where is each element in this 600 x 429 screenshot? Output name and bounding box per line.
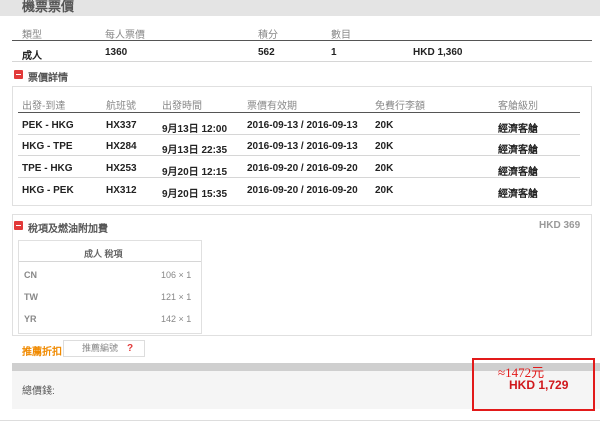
route: TPE - HKG: [22, 163, 73, 174]
validity: 2016-09-20 / 2016-09-20: [247, 163, 358, 174]
divider: [19, 261, 201, 262]
row-total: HKD 1,360: [413, 47, 463, 58]
collapse-icon[interactable]: [14, 70, 23, 79]
tax-code: CN: [24, 270, 37, 280]
col-header-cabin: 客艙級別: [498, 101, 538, 112]
validity: 2016-09-20 / 2016-09-20: [247, 185, 358, 196]
divider: [12, 61, 592, 62]
divider: [12, 40, 592, 41]
divider: [18, 155, 580, 156]
col-header-flight: 航班號: [106, 101, 136, 112]
route: HKG - PEK: [22, 185, 74, 196]
total-label: 總價錢:: [22, 386, 55, 397]
tax-value: 106 × 1: [161, 270, 192, 280]
collapse-icon[interactable]: [14, 221, 23, 230]
section-header: 機票票價: [0, 0, 600, 16]
divider: [0, 420, 600, 421]
flight: HX253: [106, 163, 137, 174]
divider: [18, 177, 580, 178]
baggage: 20K: [375, 185, 394, 196]
taxes-title: 稅項及燃油附加費: [28, 224, 108, 235]
route: HKG - TPE: [22, 141, 73, 152]
flight: HX337: [106, 120, 137, 131]
departure-time: 9月20日 12:15: [162, 167, 228, 178]
help-icon[interactable]: ?: [127, 343, 133, 354]
baggage: 20K: [375, 141, 394, 152]
tax-code: YR: [24, 314, 37, 324]
tax-value: 142 × 1: [161, 314, 192, 324]
cabin: 經濟客艙: [498, 167, 538, 178]
tax-code: TW: [24, 292, 38, 302]
col-header-type: 類型: [22, 30, 42, 41]
departure-time: 9月13日 22:35: [162, 145, 228, 156]
col-header-baggage: 免費行李額: [375, 101, 425, 112]
departure-time: 9月13日 12:00: [162, 124, 228, 135]
validity: 2016-09-13 / 2016-09-13: [247, 120, 358, 131]
col-header-points: 積分: [258, 30, 278, 41]
validity: 2016-09-13 / 2016-09-13: [247, 141, 358, 152]
tax-subtitle: 成人 稅項: [84, 249, 123, 259]
baggage: 20K: [375, 120, 394, 131]
flight: HX312: [106, 185, 137, 196]
fare-details-title: 票價詳情: [28, 73, 68, 84]
tax-value: 121 × 1: [161, 292, 192, 302]
row-fare: 1360: [105, 47, 128, 58]
row-count: 1: [331, 47, 337, 58]
baggage: 20K: [375, 163, 394, 174]
row-points: 562: [258, 47, 275, 58]
cabin: 經濟客艙: [498, 189, 538, 200]
departure-time: 9月20日 15:35: [162, 189, 228, 200]
route: PEK - HKG: [22, 120, 74, 131]
promo-label: 推薦折扣: [22, 347, 62, 358]
divider: [18, 134, 580, 135]
col-header-fare: 每人票價: [105, 30, 145, 41]
row-type: 成人: [22, 51, 42, 62]
col-header-count: 數目: [331, 30, 351, 41]
col-header-validity: 票價有效期: [247, 101, 297, 112]
cabin: 經濟客艙: [498, 145, 538, 156]
cabin: 經濟客艙: [498, 124, 538, 135]
col-header-time: 出發時間: [162, 101, 202, 112]
col-header-route: 出發-到達: [22, 101, 66, 112]
flight: HX284: [106, 141, 137, 152]
tax-breakdown: 成人 稅項 CN 106 × 1 TW 121 × 1 YR 142 × 1: [18, 240, 202, 334]
highlight-box: [472, 358, 595, 411]
page-title: 機票票價: [22, 0, 75, 14]
taxes-total: HKD 369: [539, 220, 581, 231]
divider: [18, 112, 580, 113]
